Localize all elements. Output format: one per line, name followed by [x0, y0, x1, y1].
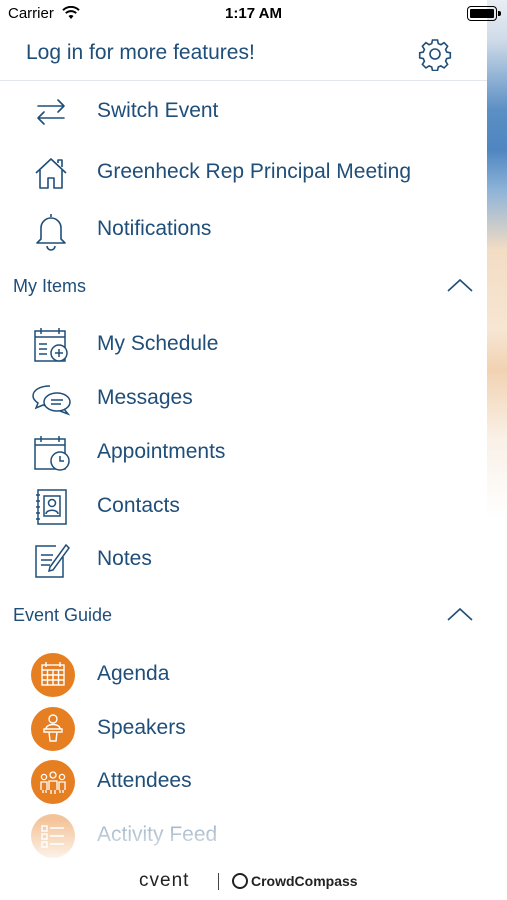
- menu-item-label: Appointments: [97, 440, 226, 463]
- menu-item-activity-feed[interactable]: Activity Feed: [0, 809, 487, 859]
- note-pencil-icon: [35, 543, 70, 578]
- footer-branding: cvent CrowdCompass: [0, 860, 487, 900]
- section-title: My Items: [13, 276, 87, 296]
- chevron-up-icon[interactable]: [446, 605, 474, 625]
- menu-item-switch-event[interactable]: Switch Event: [0, 85, 487, 135]
- contact-book-icon: [36, 489, 67, 525]
- home-icon: [35, 158, 67, 189]
- activity-feed-icon: [31, 814, 75, 858]
- menu-item-event-home[interactable]: Greenheck Rep Principal Meeting: [0, 146, 487, 196]
- menu-item-notifications[interactable]: Notifications: [0, 203, 487, 253]
- menu-header: Log in for more features!: [0, 28, 487, 81]
- background-panel-peek[interactable]: [487, 0, 507, 900]
- bell-icon: [36, 214, 66, 251]
- menu-item-messages[interactable]: Messages: [0, 372, 487, 422]
- section-my-items[interactable]: My Items: [0, 266, 487, 306]
- menu-item-agenda[interactable]: Agenda: [0, 648, 487, 698]
- crowdcompass-logo-icon: [232, 873, 248, 889]
- login-link[interactable]: Log in for more features!: [26, 41, 255, 65]
- menu-item-label: Switch Event: [97, 99, 219, 122]
- menu-item-speakers[interactable]: Speakers: [0, 702, 487, 752]
- menu-item-label: Messages: [97, 386, 193, 409]
- menu-item-label: Greenheck Rep Principal Meeting: [97, 160, 411, 183]
- calendar-clock-icon: [34, 436, 70, 471]
- menu-item-label: Contacts: [97, 494, 180, 517]
- menu-item-attendees[interactable]: Attendees: [0, 755, 487, 805]
- agenda-grid-icon: [31, 653, 75, 697]
- divider: [218, 873, 219, 890]
- status-bar: Carrier 1:17 AM: [0, 0, 507, 28]
- section-event-guide[interactable]: Event Guide: [0, 595, 487, 635]
- chevron-up-icon[interactable]: [446, 276, 474, 296]
- attendees-group-icon: [31, 760, 75, 804]
- crowdcompass-logo: CrowdCompass: [251, 873, 358, 889]
- status-time: 1:17 AM: [225, 5, 282, 22]
- speaker-podium-icon: [31, 707, 75, 751]
- menu-item-label: Attendees: [97, 769, 192, 792]
- menu-item-label: Notes: [97, 547, 152, 570]
- cvent-logo: cvent: [139, 870, 190, 891]
- menu-item-label: My Schedule: [97, 332, 219, 355]
- menu-item-label: Notifications: [97, 217, 212, 240]
- menu-item-contacts[interactable]: Contacts: [0, 480, 487, 530]
- switch-arrows-icon: [37, 99, 65, 125]
- side-menu: Carrier 1:17 AM Log in for more features…: [0, 0, 501, 900]
- menu-item-label: Activity Feed: [97, 823, 218, 846]
- schedule-add-icon: [34, 328, 68, 362]
- section-title: Event Guide: [13, 605, 113, 625]
- menu-item-label: Speakers: [97, 716, 186, 739]
- menu-item-notes[interactable]: Notes: [0, 533, 487, 583]
- menu-item-my-schedule[interactable]: My Schedule: [0, 318, 487, 368]
- menu-item-label: Agenda: [97, 662, 170, 685]
- chat-bubbles-icon: [32, 385, 71, 416]
- battery-icon: [467, 6, 501, 21]
- gear-icon[interactable]: [418, 37, 452, 71]
- menu-item-appointments[interactable]: Appointments: [0, 426, 487, 476]
